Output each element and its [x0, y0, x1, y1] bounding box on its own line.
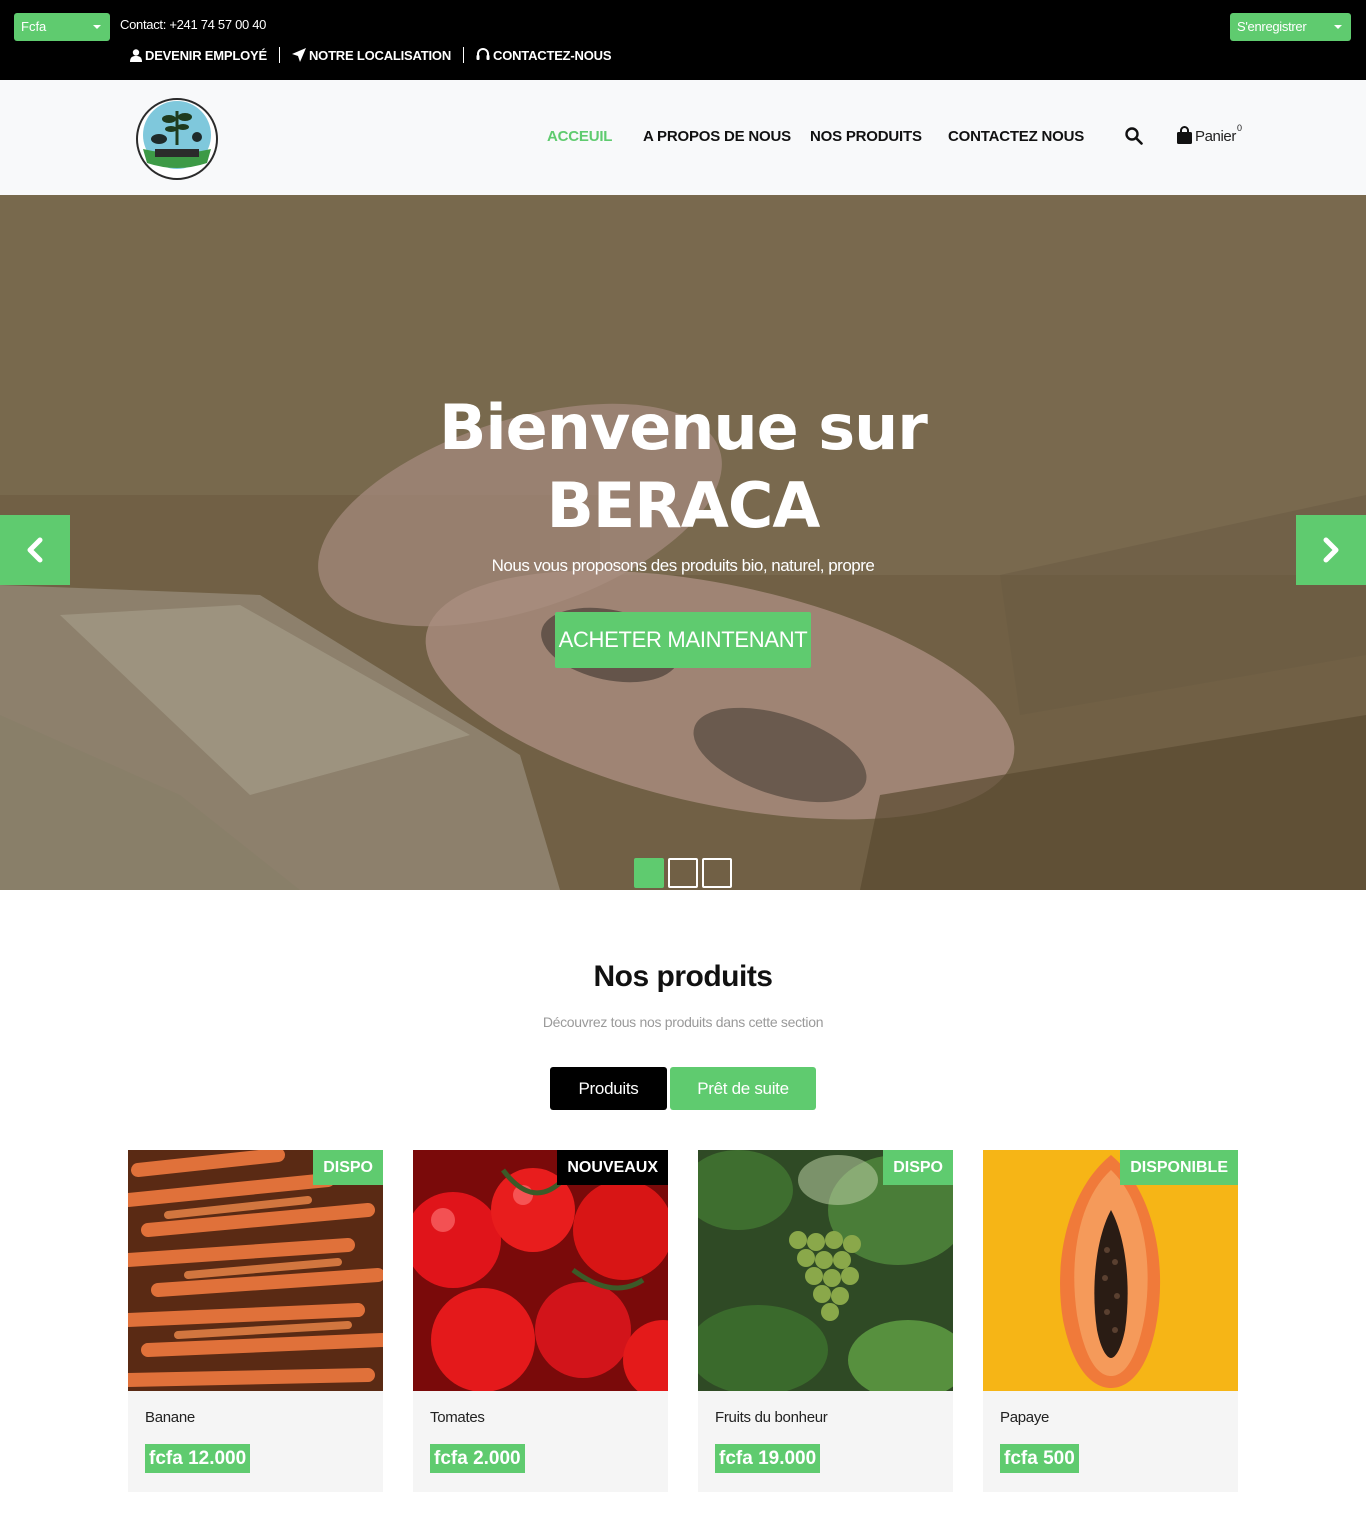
hero-title-line-2: BERACA [546, 469, 821, 542]
carousel-indicator-2[interactable] [668, 858, 698, 888]
product-card[interactable]: DISPO Fruits du bonheur fcfa 19.000 [698, 1150, 953, 1492]
product-name[interactable]: Papaye [1000, 1409, 1049, 1426]
papaya-image [983, 1150, 1238, 1391]
chevron-down-icon [93, 25, 101, 29]
chevron-down-icon [1334, 25, 1342, 29]
product-image[interactable]: NOUVEAUX [413, 1150, 668, 1391]
chevron-right-icon [1323, 537, 1339, 563]
carousel-indicators [634, 858, 732, 888]
divider [463, 47, 465, 63]
status-badge: DISPO [313, 1150, 383, 1185]
product-price: fcfa 500 [1000, 1444, 1079, 1473]
product-card[interactable]: NOUVEAUX Tomates fcfa 2.000 [413, 1150, 668, 1492]
status-badge: DISPONIBLE [1120, 1150, 1238, 1185]
nav-contact[interactable]: CONTACTEZ NOUS [948, 128, 1084, 145]
cart-count-badge: 0 [1236, 123, 1242, 133]
product-price: fcfa 19.000 [715, 1444, 821, 1473]
cart-button[interactable]: Panier 0 [1177, 123, 1242, 145]
products-section-title: Nos produits [593, 960, 774, 993]
product-name[interactable]: Banane [145, 1409, 195, 1426]
contact-phone: Contact: +241 74 57 00 40 [120, 17, 267, 32]
nav-products[interactable]: NOS PRODUITS [810, 128, 922, 145]
top-links: DEVENIR EMPLOYÉ NOTRE LOCALISATION CONTA… [130, 46, 612, 64]
product-name[interactable]: Fruits du bonheur [715, 1409, 828, 1426]
product-image[interactable]: DISPO [128, 1150, 383, 1391]
user-icon [130, 48, 142, 62]
shopping-bag-icon [1177, 126, 1192, 144]
product-price: fcfa 2.000 [430, 1444, 525, 1473]
product-name[interactable]: Tomates [430, 1409, 485, 1426]
headset-icon [476, 48, 490, 60]
hero-title-line-1: Bienvenue sur [439, 391, 928, 464]
beraca-logo[interactable] [133, 97, 221, 181]
become-employee-label: DEVENIR EMPLOYÉ [145, 47, 267, 63]
nav-about[interactable]: A PROPOS DE NOUS [643, 128, 791, 145]
hero-title: Bienvenue sur BERACA [0, 389, 1366, 545]
hero-carousel: Bienvenue sur BERACA Nous vous proposons… [0, 195, 1366, 890]
become-employee-link[interactable]: DEVENIR EMPLOYÉ [130, 46, 267, 64]
status-badge: NOUVEAUX [557, 1150, 668, 1185]
nav-home[interactable]: ACCEUIL [547, 128, 612, 145]
carrots-image [128, 1150, 383, 1391]
carousel-next-button[interactable] [1296, 515, 1366, 585]
products-section-subtitle: Découvrez tous nos produits dans cette s… [542, 1014, 824, 1030]
buy-now-button[interactable]: ACHETER MAINTENANT [555, 612, 811, 668]
carousel-indicator-3[interactable] [702, 858, 732, 888]
product-card[interactable]: DISPONIBLE Papaye fcfa 500 [983, 1150, 1238, 1492]
register-label: S'enregistrer [1237, 19, 1307, 34]
contact-us-label: CONTACTEZ-NOUS [493, 47, 612, 63]
hero-subtitle: Nous vous proposons des produits bio, na… [491, 556, 875, 575]
register-dropdown[interactable]: S'enregistrer [1230, 13, 1351, 41]
status-badge: DISPO [883, 1150, 953, 1185]
tab-ready-now[interactable]: Prêt de suite [670, 1067, 816, 1110]
product-price: fcfa 12.000 [145, 1444, 251, 1473]
currency-select[interactable]: Fcfa [14, 13, 110, 41]
location-label: NOTRE LOCALISATION [308, 47, 452, 63]
search-icon[interactable] [1125, 127, 1143, 150]
divider [278, 47, 280, 63]
contact-us-link[interactable]: CONTACTEZ-NOUS [476, 46, 612, 64]
currency-value: Fcfa [21, 19, 47, 34]
tomatoes-image [413, 1150, 668, 1391]
chevron-left-icon [27, 537, 43, 563]
grapes-image [698, 1150, 953, 1391]
location-arrow-icon [291, 48, 306, 62]
carousel-prev-button[interactable] [0, 515, 70, 585]
top-bar: Fcfa Contact: +241 74 57 00 40 DEVENIR E… [0, 0, 1366, 80]
product-image[interactable]: DISPONIBLE [983, 1150, 1238, 1391]
product-card[interactable]: DISPO Banane fcfa 12.000 [128, 1150, 383, 1492]
location-link[interactable]: NOTRE LOCALISATION [291, 46, 452, 64]
cart-label: Panier [1195, 128, 1236, 145]
tab-products[interactable]: Produits [550, 1067, 667, 1110]
product-image[interactable]: DISPO [698, 1150, 953, 1391]
carousel-indicator-1[interactable] [634, 858, 664, 888]
